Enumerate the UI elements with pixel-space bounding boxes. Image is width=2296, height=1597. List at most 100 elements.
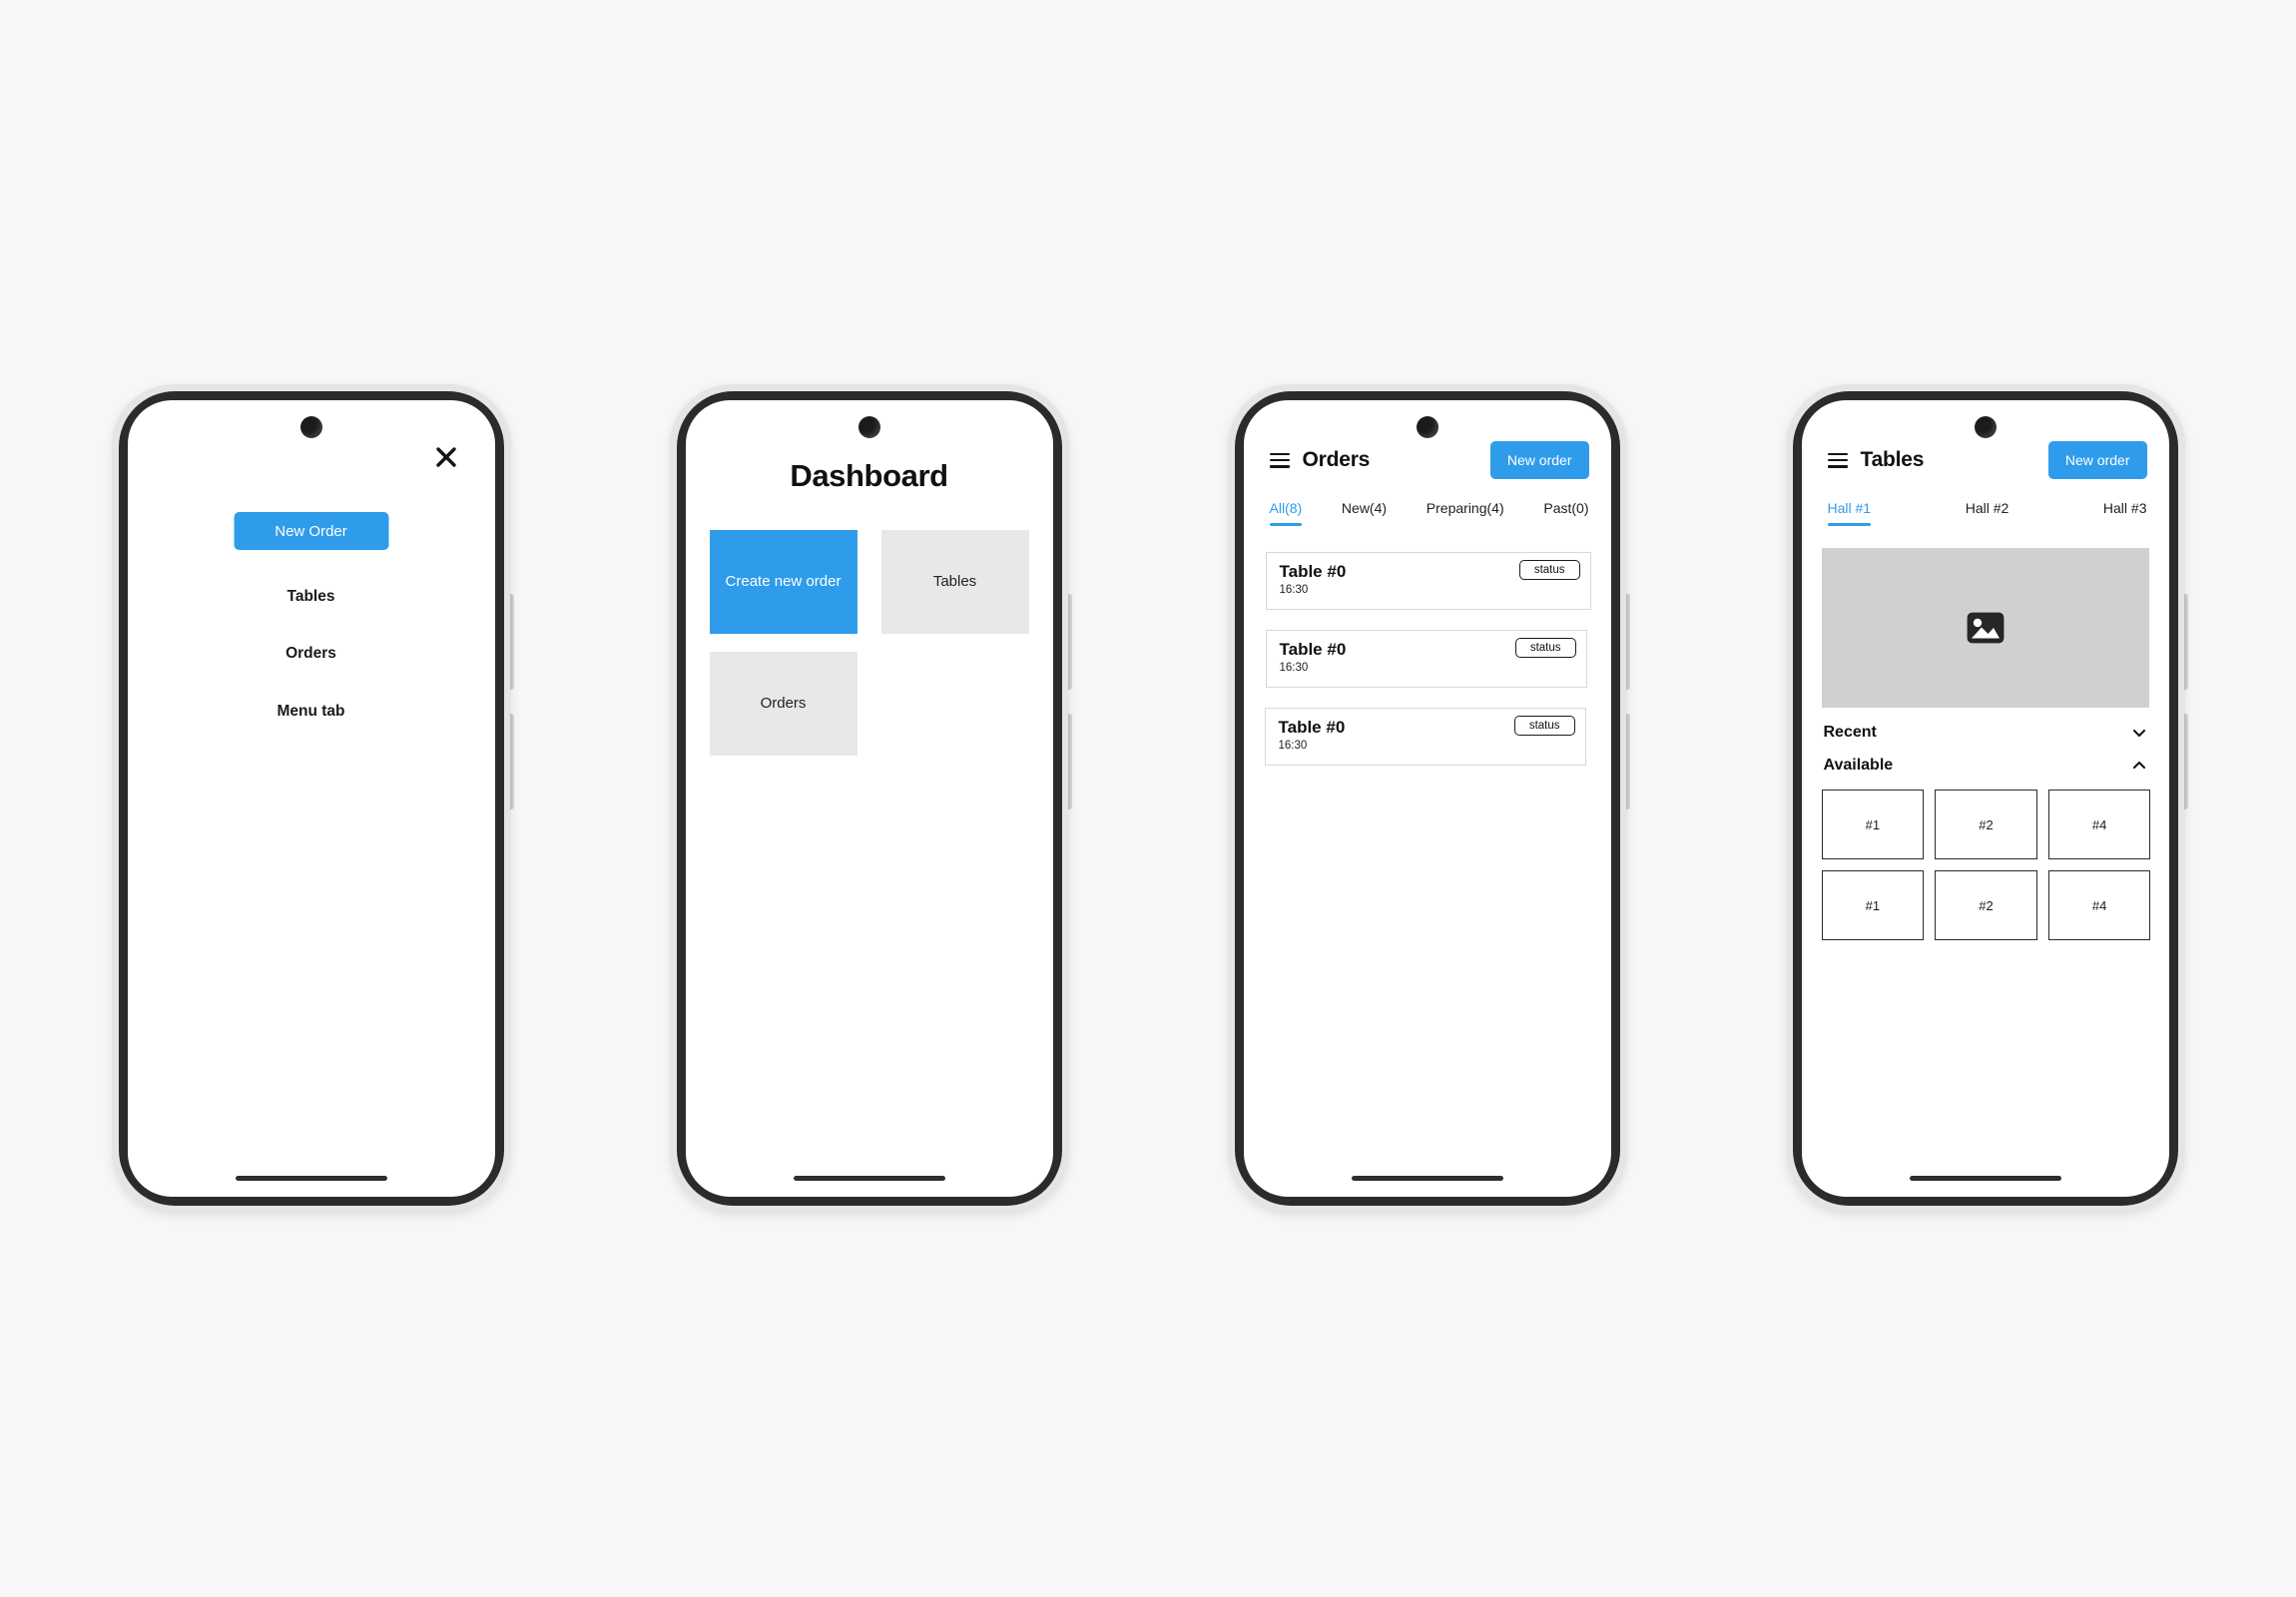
side-button-power[interactable]: [1067, 714, 1072, 809]
tab-all[interactable]: All(8): [1269, 500, 1303, 526]
order-card[interactable]: Table #0 16:30 status: [1265, 552, 1591, 610]
menu-link-orders[interactable]: Orders: [128, 645, 495, 663]
table-cell[interactable]: #1: [1821, 790, 1925, 859]
phone-screen: Tables New order Hall #1 Hall #2 Hall #3…: [1801, 400, 2169, 1197]
hamburger-bar: [1827, 464, 1848, 468]
chevron-down-icon[interactable]: [2131, 725, 2147, 741]
hamburger-bar: [1269, 464, 1290, 468]
app-header: Tables New order: [1827, 440, 2147, 480]
hamburger-bar: [1827, 458, 1848, 462]
menu-link-menu-tab[interactable]: Menu tab: [128, 703, 495, 721]
tab-hall-1[interactable]: Hall #1: [1827, 500, 1872, 526]
home-indicator: [235, 1176, 387, 1181]
tile-label: Orders: [760, 695, 807, 713]
tab-label: Hall #2: [1965, 500, 2009, 516]
phone-row: New Order Tables Orders Menu tab Dashboa…: [0, 384, 2296, 1213]
close-icon[interactable]: [433, 444, 459, 470]
tab-past[interactable]: Past(0): [1543, 500, 1588, 526]
table-cell[interactable]: #2: [1935, 870, 2037, 940]
order-card[interactable]: Table #0 16:30 status: [1265, 630, 1587, 688]
status-badge[interactable]: status: [1513, 716, 1575, 736]
side-button-volume[interactable]: [2183, 594, 2188, 690]
phone-screen: New Order Tables Orders Menu tab: [127, 400, 495, 1197]
table-cell[interactable]: #4: [2047, 790, 2151, 859]
tile-tables[interactable]: Tables: [880, 530, 1029, 634]
home-indicator: [793, 1176, 945, 1181]
table-cell[interactable]: #4: [2047, 870, 2151, 940]
home-indicator: [1351, 1176, 1503, 1181]
available-tables-grid: #1 #2 #4 #1 #2 #4: [1821, 790, 2151, 940]
status-badge[interactable]: status: [1514, 638, 1576, 658]
phone-screen: Orders New order All(8) New(4) Preparing…: [1243, 400, 1611, 1197]
tab-label: All(8): [1269, 500, 1303, 516]
tab-preparing[interactable]: Preparing(4): [1427, 500, 1504, 526]
menu-link-label: Menu tab: [277, 703, 345, 720]
mockup-canvas: New Order Tables Orders Menu tab Dashboa…: [0, 0, 2296, 1597]
order-time: 16:30: [1279, 661, 1309, 674]
tile-orders[interactable]: Orders: [709, 652, 858, 756]
new-order-button[interactable]: New order: [2047, 441, 2147, 479]
page-title: Dashboard: [790, 458, 948, 493]
new-order-button-label: New Order: [275, 522, 347, 540]
dashboard-tile-grid: Create new order Tables Orders: [709, 530, 1029, 756]
phone-tables: Tables New order Hall #1 Hall #2 Hall #3…: [1785, 384, 2188, 1213]
orders-tabstrip: All(8) New(4) Preparing(4) Past(0): [1269, 500, 1589, 526]
front-camera-icon: [1416, 416, 1438, 438]
tab-label: Past(0): [1543, 500, 1589, 516]
page-title: Orders: [1302, 448, 1371, 471]
tab-hall-3[interactable]: Hall #3: [2103, 500, 2147, 526]
front-camera-icon: [299, 416, 322, 438]
section-label: Recent: [1823, 724, 1877, 741]
section-available[interactable]: Available: [1824, 757, 2147, 775]
chevron-up-icon[interactable]: [2131, 758, 2147, 774]
table-cell[interactable]: #1: [1821, 870, 1925, 940]
status-badge[interactable]: status: [1518, 560, 1580, 580]
front-camera-icon: [1974, 416, 1997, 438]
section-label: Available: [1823, 757, 1894, 774]
hamburger-bar: [1269, 458, 1290, 462]
order-time: 16:30: [1279, 583, 1309, 596]
menu-link-label: Tables: [287, 588, 335, 605]
table-cell[interactable]: #2: [1935, 790, 2037, 859]
tile-label: Tables: [932, 573, 977, 591]
side-button-power[interactable]: [509, 714, 514, 809]
tab-label: Hall #3: [2102, 500, 2147, 516]
phone-screen: Dashboard Create new order Tables Orders: [685, 400, 1053, 1197]
menu-link-label: Orders: [286, 645, 336, 662]
image-placeholder-icon: [1967, 612, 2004, 644]
new-order-button[interactable]: New Order: [234, 512, 388, 550]
tab-label: Hall #1: [1827, 500, 1872, 516]
new-order-button[interactable]: New order: [1489, 441, 1589, 479]
order-list: Table #0 16:30 status Table #0 16:30 sta…: [1264, 552, 1591, 786]
page-title: Tables: [1860, 448, 1925, 471]
order-card[interactable]: Table #0 16:30 status: [1264, 708, 1586, 766]
orders-body: Orders New order All(8) New(4) Preparing…: [1244, 400, 1611, 1197]
menu-link-tables[interactable]: Tables: [128, 588, 495, 606]
side-button-power[interactable]: [2183, 714, 2188, 809]
menu-overlay-body: New Order Tables Orders Menu tab: [128, 400, 495, 1197]
tile-empty-slot: [881, 652, 1029, 756]
side-button-power[interactable]: [1625, 714, 1630, 809]
phone-dashboard: Dashboard Create new order Tables Orders: [669, 384, 1072, 1213]
hamburger-bar: [1827, 452, 1848, 456]
tab-new[interactable]: New(4): [1342, 500, 1387, 526]
tab-label: New(4): [1341, 500, 1388, 516]
order-time: 16:30: [1278, 739, 1308, 752]
hamburger-icon[interactable]: [1269, 452, 1290, 468]
front-camera-icon: [858, 416, 880, 438]
side-button-volume[interactable]: [1625, 594, 1630, 690]
tile-label: Create new order: [725, 573, 842, 591]
tab-hall-2[interactable]: Hall #2: [1966, 500, 2009, 526]
app-header: Orders New order: [1269, 440, 1589, 480]
side-button-volume[interactable]: [509, 594, 514, 690]
side-button-volume[interactable]: [1067, 594, 1072, 690]
hamburger-icon[interactable]: [1827, 452, 1848, 468]
tab-label: Preparing(4): [1426, 500, 1504, 516]
section-recent[interactable]: Recent: [1824, 724, 2147, 742]
tile-create-new-order[interactable]: Create new order: [709, 530, 858, 634]
hamburger-bar: [1269, 452, 1290, 456]
new-order-button-label: New order: [1506, 452, 1572, 468]
new-order-button-label: New order: [2064, 452, 2130, 468]
home-indicator: [1909, 1176, 2061, 1181]
hall-image-placeholder: [1821, 548, 2149, 708]
